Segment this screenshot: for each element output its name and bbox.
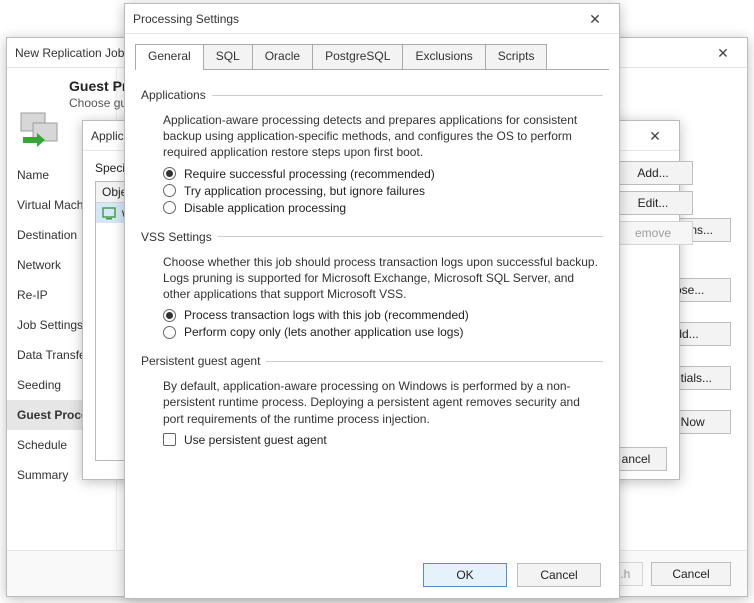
ok-button[interactable]: OK [423, 563, 507, 587]
dialog-footer: OK Cancel [125, 552, 619, 598]
applications-description: Application-aware processing detects and… [163, 112, 603, 161]
radio-icon [163, 167, 176, 180]
apps-radio-disable-label: Disable application processing [184, 201, 346, 215]
vss-description: Choose whether this job should process t… [163, 254, 603, 303]
cancel-button[interactable]: Cancel [517, 563, 601, 587]
vss-radio-copyonly[interactable]: Perform copy only (lets another applicat… [163, 325, 603, 339]
vss-radio-process-label: Process transaction logs with this job (… [184, 308, 469, 322]
close-icon[interactable]: ✕ [639, 123, 671, 149]
apps-radio-disable[interactable]: Disable application processing [163, 201, 603, 215]
tab-postgresql[interactable]: PostgreSQL [312, 44, 403, 69]
radio-icon [163, 309, 176, 322]
wizard-title: New Replication Job [15, 46, 124, 60]
radio-icon [163, 184, 176, 197]
apps-radio-try[interactable]: Try application processing, but ignore f… [163, 184, 603, 198]
tab-general[interactable]: General [135, 44, 204, 69]
checkbox-icon [163, 433, 176, 446]
tab-sql[interactable]: SQL [203, 44, 253, 69]
objects-remove-button[interactable]: emove [613, 221, 693, 245]
vss-radio-copyonly-label: Perform copy only (lets another applicat… [184, 325, 463, 339]
agent-description: By default, application-aware processing… [163, 378, 603, 427]
dialog-body: Applications Application-aware processin… [125, 70, 619, 452]
apps-radio-try-label: Try application processing, but ignore f… [184, 184, 425, 198]
replication-icon [19, 107, 59, 147]
apps-radio-require[interactable]: Require successful processing (recommend… [163, 167, 603, 181]
tab-oracle[interactable]: Oracle [252, 44, 313, 69]
vm-icon [102, 206, 116, 220]
vss-legend: VSS Settings [141, 230, 218, 244]
agent-group: Persistent guest agent By default, appli… [141, 354, 603, 452]
agent-checkbox-row[interactable]: Use persistent guest agent [163, 433, 603, 447]
processing-settings-title: Processing Settings [133, 12, 239, 26]
vss-radio-process[interactable]: Process transaction logs with this job (… [163, 308, 603, 322]
vss-group: VSS Settings Choose whether this job sho… [141, 230, 603, 345]
close-icon[interactable]: ✕ [707, 40, 739, 66]
processing-settings-dialog: Processing Settings ✕ GeneralSQLOraclePo… [124, 3, 620, 599]
tab-exclusions[interactable]: Exclusions [402, 44, 485, 69]
objects-add-button[interactable]: Add... [613, 161, 693, 185]
tab-scripts[interactable]: Scripts [485, 44, 548, 69]
radio-icon [163, 201, 176, 214]
applications-legend: Applications [141, 88, 212, 102]
apps-radio-require-label: Require successful processing (recommend… [184, 167, 435, 181]
applications-group: Applications Application-aware processin… [141, 88, 603, 220]
wizard-cancel-button[interactable]: Cancel [651, 562, 731, 586]
close-icon[interactable]: ✕ [579, 6, 611, 32]
agent-legend: Persistent guest agent [141, 354, 266, 368]
tabstrip: GeneralSQLOraclePostgreSQLExclusionsScri… [135, 44, 609, 70]
agent-checkbox-label: Use persistent guest agent [184, 433, 327, 447]
objects-edit-button[interactable]: Edit... [613, 191, 693, 215]
processing-settings-titlebar: Processing Settings ✕ [125, 4, 619, 34]
radio-icon [163, 326, 176, 339]
